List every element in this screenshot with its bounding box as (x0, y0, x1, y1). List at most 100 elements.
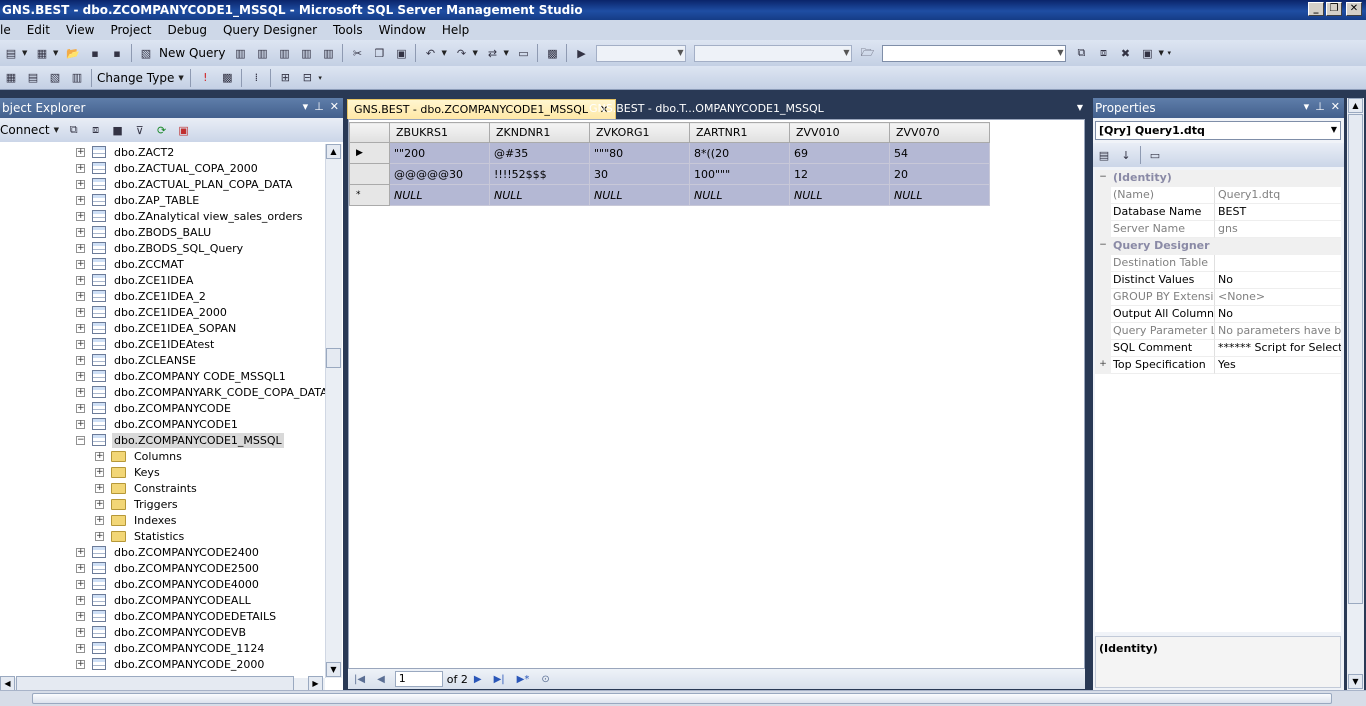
tree-item-table[interactable]: + dbo.ZACT2 (76, 144, 176, 160)
menu-query-designer[interactable]: Query Designer (215, 23, 325, 37)
tree-item-table[interactable]: + dbo.ZCE1IDEA_2 (76, 288, 208, 304)
find-icon[interactable]: ▭ (515, 45, 531, 61)
scroll-down-icon[interactable]: ▼ (326, 662, 341, 677)
expand-icon[interactable]: + (76, 547, 85, 557)
cut-icon[interactable]: ✂ (349, 45, 365, 61)
property-value[interactable] (1215, 255, 1341, 272)
expand-icon[interactable]: + (76, 563, 85, 573)
chevron-down-icon[interactable]: ▼ (1158, 49, 1165, 57)
property-value[interactable]: No parameters have been (1215, 323, 1341, 340)
grid-cell[interactable]: 69 (789, 142, 890, 164)
menu-project[interactable]: Project (102, 23, 159, 37)
menu-edit[interactable]: Edit (19, 23, 58, 37)
property-value[interactable]: gns (1215, 221, 1341, 238)
show-criteria-icon[interactable]: ▤ (25, 70, 41, 86)
tree-item-table[interactable]: + dbo.ZCOMPANYCODE_2000 (76, 656, 266, 672)
filter-icon[interactable]: ⊽ (132, 122, 148, 138)
grid-cell[interactable]: 54 (889, 142, 990, 164)
object-explorer-icon[interactable]: ⧈ (1095, 45, 1111, 61)
summary-icon[interactable]: ▣ (176, 122, 192, 138)
expand-icon[interactable]: + (76, 307, 85, 317)
chevron-down-icon[interactable]: ▼ (503, 49, 510, 57)
tree-item-table[interactable]: + dbo.ZCE1IDEA_2000 (76, 304, 229, 320)
expand-icon[interactable]: + (76, 211, 85, 221)
column-header-zartnr1[interactable]: ZARTNR1 (689, 122, 790, 143)
grid-cell[interactable]: 12 (789, 163, 890, 185)
dropdown-icon[interactable]: ▾ (303, 100, 309, 113)
menu-help[interactable]: Help (434, 23, 477, 37)
column-header-zvv070[interactable]: ZVV070 (889, 122, 990, 143)
connect-icon[interactable]: ⧉ (66, 122, 82, 138)
change-type-button[interactable]: Change Type (97, 71, 174, 85)
property-value[interactable]: BEST (1215, 204, 1341, 221)
property-value[interactable]: ****** Script for SelectTop (1215, 340, 1341, 357)
new-query-icon[interactable]: ▧ (138, 45, 154, 61)
table-row[interactable]: * NULL NULL NULL NULL NULL NULL (349, 184, 990, 206)
property-pages-icon[interactable]: ▭ (1147, 147, 1163, 163)
grid-cell[interactable]: NULL (489, 184, 590, 206)
tree-item-table[interactable]: + dbo.ZCE1IDEAtest (76, 336, 216, 352)
show-sql-icon[interactable]: ▧ (47, 70, 63, 86)
expand-icon[interactable]: + (76, 579, 85, 589)
property-row[interactable]: SQL Comment****** Script for SelectTop (1095, 340, 1341, 357)
tree-item-table[interactable]: + dbo.ZCOMPANYCODEVB (76, 624, 248, 640)
expand-icon[interactable]: + (76, 611, 85, 621)
dropdown-icon[interactable]: ▾ (1304, 100, 1310, 113)
scroll-left-icon[interactable]: ◀ (0, 676, 15, 691)
dmx-query-icon[interactable]: ▥ (276, 45, 292, 61)
expand-icon[interactable]: + (95, 499, 104, 509)
expand-icon[interactable]: + (76, 355, 85, 365)
show-results-icon[interactable]: ▥ (69, 70, 85, 86)
new-query-button[interactable]: New Query (159, 46, 225, 60)
find-in-files-icon[interactable]: 🗁 (859, 45, 875, 61)
close-button[interactable]: ✕ (1346, 2, 1362, 16)
tree-item-table[interactable]: + dbo.ZCOMPANYCODE_1124 (76, 640, 266, 656)
solution-config-combo[interactable]: ▼ (596, 44, 687, 62)
tree-item-folder[interactable]: + Columns (95, 448, 184, 464)
property-row[interactable]: Query Parameter ListNo parameters have b… (1095, 323, 1341, 340)
expand-icon[interactable]: + (76, 595, 85, 605)
property-row[interactable]: (Name) Query1.dtq (1095, 187, 1341, 204)
grid-cell[interactable]: 8*((20 (689, 142, 790, 164)
scroll-thumb[interactable] (32, 693, 1332, 704)
grid-cell[interactable]: NULL (789, 184, 890, 206)
grid-cell[interactable]: 100""" (689, 163, 790, 185)
menu-tools[interactable]: Tools (325, 23, 371, 37)
property-row[interactable]: Database Name BEST (1095, 204, 1341, 221)
close-icon[interactable]: ✕ (1331, 100, 1340, 113)
add-derived-table-icon[interactable]: ⊟ (299, 70, 315, 86)
expand-icon[interactable]: + (76, 227, 85, 237)
table-row[interactable]: @@@@@30 !!!!52$$$ 30 100""" 12 20 (349, 163, 990, 185)
property-category[interactable]: − (Identity) (1095, 170, 1341, 187)
property-value[interactable]: No (1215, 272, 1341, 289)
tree-item-table[interactable]: + dbo.ZCE1IDEA_SOPAN (76, 320, 238, 336)
scroll-right-icon[interactable]: ▶ (308, 676, 323, 691)
tree-item-table[interactable]: + dbo.ZCOMPANYCODE (76, 400, 233, 416)
save-icon[interactable]: ▪ (87, 45, 103, 61)
column-header-zvkorg1[interactable]: ZVKORG1 (589, 122, 690, 143)
property-row[interactable]: Distinct Values No (1095, 272, 1341, 289)
execute-sql-icon[interactable]: ! (197, 70, 213, 86)
last-record-icon[interactable]: ▶| (494, 674, 505, 685)
chevron-down-icon[interactable]: ▼ (53, 49, 60, 57)
object-explorer-horizontal-scrollbar[interactable]: ◀ ▶ (0, 676, 325, 691)
stop-icon[interactable]: ■ (110, 122, 126, 138)
grid-cell[interactable]: ""200 (389, 142, 490, 164)
pin-icon[interactable]: ⊥ (1315, 100, 1325, 113)
row-selector[interactable]: * (349, 184, 390, 206)
compact-query-icon[interactable]: ▥ (320, 45, 336, 61)
tree-item-folder[interactable]: + Indexes (95, 512, 178, 528)
scroll-up-icon[interactable]: ▲ (326, 144, 341, 159)
expand-icon[interactable]: + (1095, 357, 1111, 374)
expand-icon[interactable]: + (95, 531, 104, 541)
tree-item-table[interactable]: + dbo.ZCOMPANYCODE2500 (76, 560, 261, 576)
close-icon[interactable]: ✕ (330, 100, 339, 113)
tab-query-designer[interactable]: GNS.BEST - dbo.ZCOMPANYCODE1_MSSQL ✕ (347, 99, 616, 119)
property-value[interactable]: Query1.dtq (1215, 187, 1341, 204)
property-category[interactable]: − Query Designer (1095, 238, 1341, 255)
grid-cell[interactable]: NULL (589, 184, 690, 206)
chevron-down-icon[interactable]: ▼ (441, 49, 448, 57)
scroll-thumb[interactable] (1348, 114, 1363, 604)
chevron-down-icon[interactable]: ▼ (22, 49, 29, 57)
next-record-icon[interactable]: ▶ (474, 674, 482, 685)
